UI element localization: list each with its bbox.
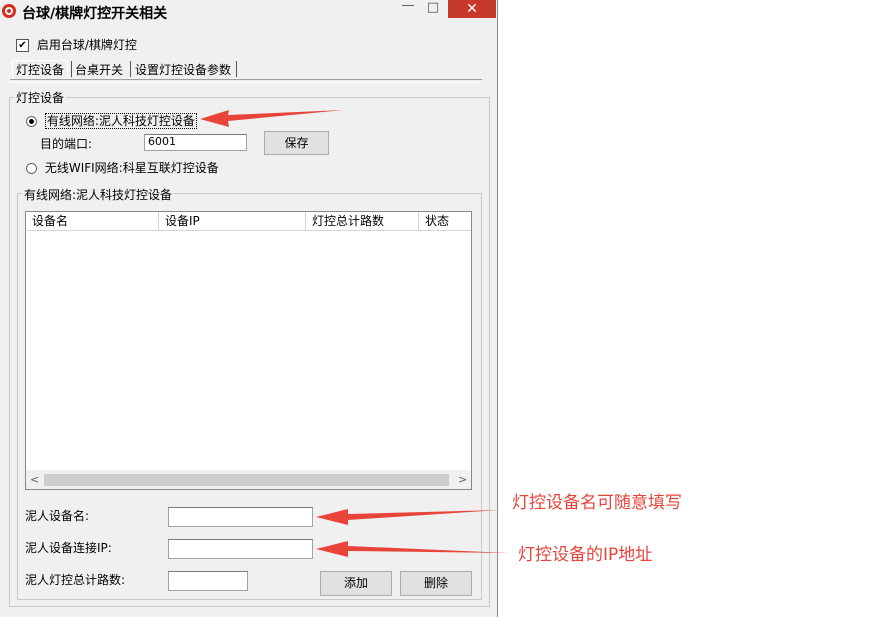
arrow-to-wired-option	[200, 110, 344, 127]
ip-annotation-text: 灯控设备的IP地址	[518, 545, 653, 565]
annotation-arrows	[200, 110, 510, 557]
name-annotation-text: 灯控设备名可随意填写	[512, 493, 682, 513]
arrow-to-ip-input	[316, 541, 510, 557]
arrow-to-name-input	[316, 509, 500, 525]
